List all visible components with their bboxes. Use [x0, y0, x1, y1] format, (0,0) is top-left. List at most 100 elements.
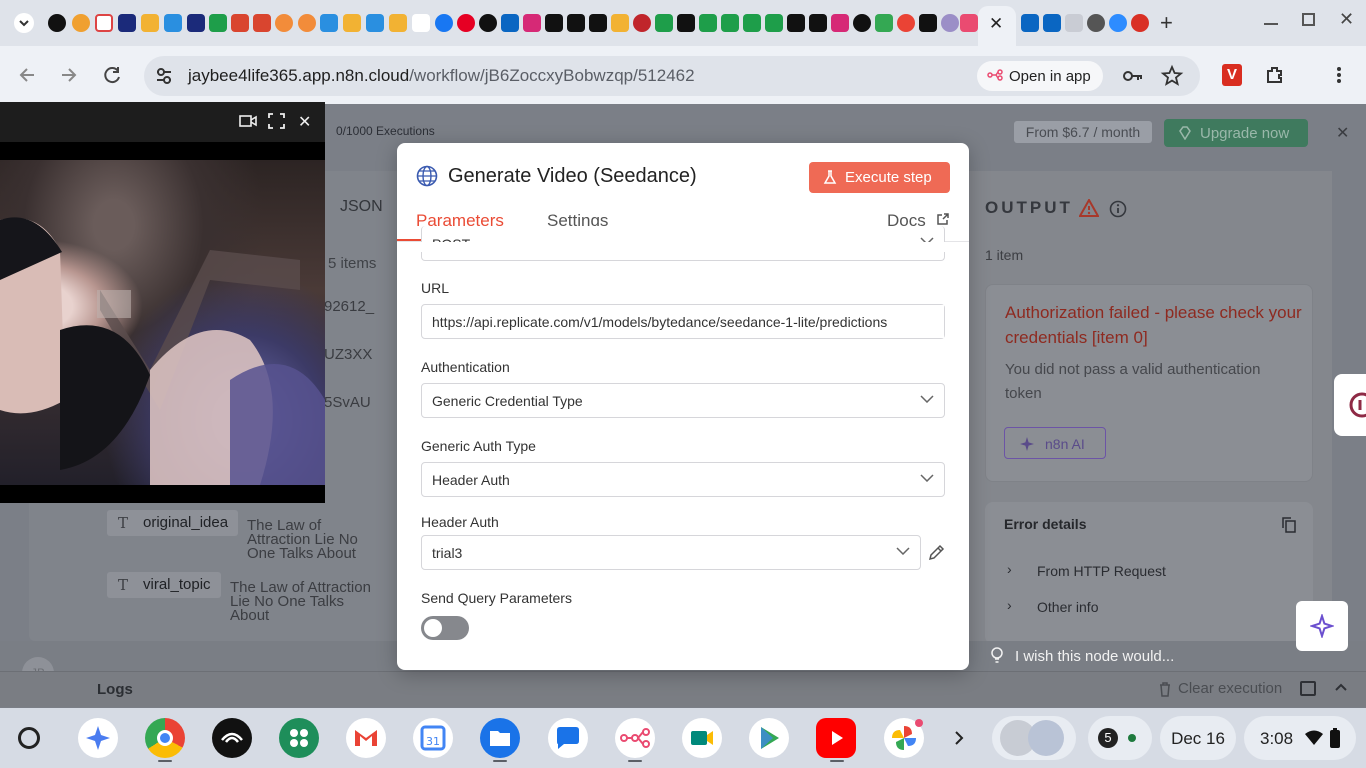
calendar-icon[interactable]: 31 [413, 718, 453, 758]
instagram-tab-icon[interactable] [523, 14, 541, 32]
facebook-tab-icon[interactable] [435, 14, 453, 32]
execute-step-button[interactable]: Execute step [809, 162, 950, 193]
tab-icon[interactable] [231, 14, 249, 32]
play-store-icon[interactable] [749, 718, 789, 758]
close-tab-icon[interactable]: ✕ [989, 14, 1003, 34]
n8n-icon[interactable] [615, 718, 655, 758]
tab-icon[interactable] [343, 14, 361, 32]
authentication-select[interactable]: Generic Credential Type [421, 383, 945, 418]
back-icon[interactable] [16, 64, 38, 86]
linkedin-tab-icon[interactable] [1021, 14, 1039, 32]
tab-icon[interactable] [941, 14, 959, 32]
tiktok-tab-icon[interactable] [589, 14, 607, 32]
field-key-viral-topic[interactable]: T viral_topic [107, 572, 221, 598]
tiktok-tab-icon[interactable] [919, 14, 937, 32]
threads-tab-icon[interactable] [479, 14, 497, 32]
tab-search-button[interactable] [14, 13, 34, 33]
tab-icon[interactable] [72, 14, 90, 32]
tiktok-tab-icon[interactable] [567, 14, 585, 32]
maximize-window-icon[interactable] [1302, 13, 1315, 26]
gemini-icon[interactable] [78, 718, 118, 758]
chrome-tab-icon[interactable] [1087, 14, 1105, 32]
instagram-tab-icon[interactable] [831, 14, 849, 32]
tab-icon[interactable] [389, 14, 407, 32]
node-title[interactable]: Generate Video (Seedance) [448, 165, 697, 188]
tab-icon[interactable] [48, 14, 66, 32]
active-tab[interactable]: ✕ [978, 6, 1016, 46]
flask-tab-icon[interactable] [743, 14, 761, 32]
expand-icon[interactable] [268, 113, 285, 129]
panel-layout-icon[interactable] [1300, 681, 1316, 696]
tab-icon[interactable] [320, 14, 338, 32]
url-text[interactable]: jaybee4life365.app.n8n.cloud/workflow/jB… [188, 66, 695, 86]
upgrade-button[interactable]: Upgrade now [1164, 119, 1308, 147]
meet-icon[interactable] [682, 718, 722, 758]
close-banner-icon[interactable]: ✕ [1336, 123, 1349, 143]
copy-icon[interactable] [1282, 517, 1296, 533]
new-tab-button[interactable]: + [1160, 10, 1173, 36]
flask-tab-icon[interactable] [765, 14, 783, 32]
feedback-prompt[interactable]: I wish this node would... [1015, 648, 1174, 665]
tab-icon[interactable] [366, 14, 384, 32]
photos-icon[interactable] [884, 718, 924, 758]
reload-icon[interactable] [101, 64, 123, 86]
flask-tab-icon[interactable] [699, 14, 717, 32]
chrome-icon[interactable] [145, 718, 185, 758]
n8n-ai-button[interactable]: n8n AI [1004, 427, 1106, 459]
x-tab-icon[interactable] [545, 14, 563, 32]
tab-icon[interactable] [118, 14, 136, 32]
linkedin-tab-icon[interactable] [501, 14, 519, 32]
date-tray[interactable]: Dec 16 [1160, 716, 1236, 760]
key-icon[interactable] [1121, 64, 1145, 88]
extensions-puzzle-icon[interactable] [1264, 64, 1286, 86]
youtube-icon[interactable] [816, 718, 856, 758]
drive-tab-icon[interactable] [875, 14, 893, 32]
record-tab-icon[interactable] [1131, 14, 1149, 32]
google-tab-icon[interactable] [897, 14, 915, 32]
tab-icon[interactable] [187, 14, 205, 32]
gmail-icon[interactable] [346, 718, 386, 758]
tiktok-tab-icon[interactable] [787, 14, 805, 32]
info-icon[interactable] [1109, 200, 1127, 218]
tiktok-tab-icon[interactable] [809, 14, 827, 32]
url-input[interactable]: https://api.replicate.com/v1/models/byte… [421, 304, 945, 339]
files-icon[interactable] [480, 718, 520, 758]
field-key-original-idea[interactable]: T original_idea [107, 510, 239, 536]
zoom-tab-icon[interactable] [1109, 14, 1127, 32]
gmail-tab-icon[interactable] [95, 14, 113, 32]
chevron-up-icon[interactable] [1334, 682, 1348, 692]
tab-icon[interactable] [164, 14, 182, 32]
tab-icon[interactable] [209, 14, 227, 32]
open-in-app-button[interactable]: Open in app [977, 61, 1103, 91]
tab-icon[interactable] [1065, 14, 1083, 32]
minimize-window-icon[interactable] [1264, 23, 1278, 25]
tab-icon[interactable] [611, 14, 629, 32]
threads-tab-icon[interactable] [853, 14, 871, 32]
linkedin-tab-icon[interactable] [1043, 14, 1061, 32]
holding-space-tray[interactable] [992, 716, 1076, 760]
extension-v-icon[interactable]: V [1222, 64, 1242, 86]
n8n-tab-icon[interactable] [960, 14, 978, 32]
generic-auth-type-select[interactable]: Header Auth [421, 462, 945, 497]
edit-pencil-icon[interactable] [928, 544, 945, 561]
header-auth-select[interactable]: trial3 [421, 535, 921, 570]
logs-title[interactable]: Logs [97, 681, 133, 698]
camera-icon[interactable] [239, 113, 257, 129]
clear-execution-button[interactable]: Clear execution [1178, 680, 1282, 697]
tab-icon[interactable] [275, 14, 293, 32]
audible-icon[interactable] [212, 718, 252, 758]
bookmark-star-icon[interactable] [1160, 64, 1184, 88]
forward-icon[interactable] [58, 64, 80, 86]
error-detail-row[interactable]: From HTTP Request [1037, 563, 1166, 579]
side-panel-toggle[interactable] [1334, 374, 1366, 436]
ai-assistant-button[interactable] [1296, 601, 1348, 651]
tiktok-tab-icon[interactable] [677, 14, 695, 32]
json-view-tab[interactable]: JSON [340, 198, 383, 216]
close-window-icon[interactable]: ✕ [1339, 9, 1354, 30]
flask-tab-icon[interactable] [721, 14, 739, 32]
flask-tab-icon[interactable] [655, 14, 673, 32]
close-video-icon[interactable]: ✕ [298, 112, 311, 132]
chevron-right-icon[interactable] [952, 729, 966, 747]
notification-tray[interactable]: 5 [1088, 716, 1152, 760]
app-icon[interactable] [279, 718, 319, 758]
